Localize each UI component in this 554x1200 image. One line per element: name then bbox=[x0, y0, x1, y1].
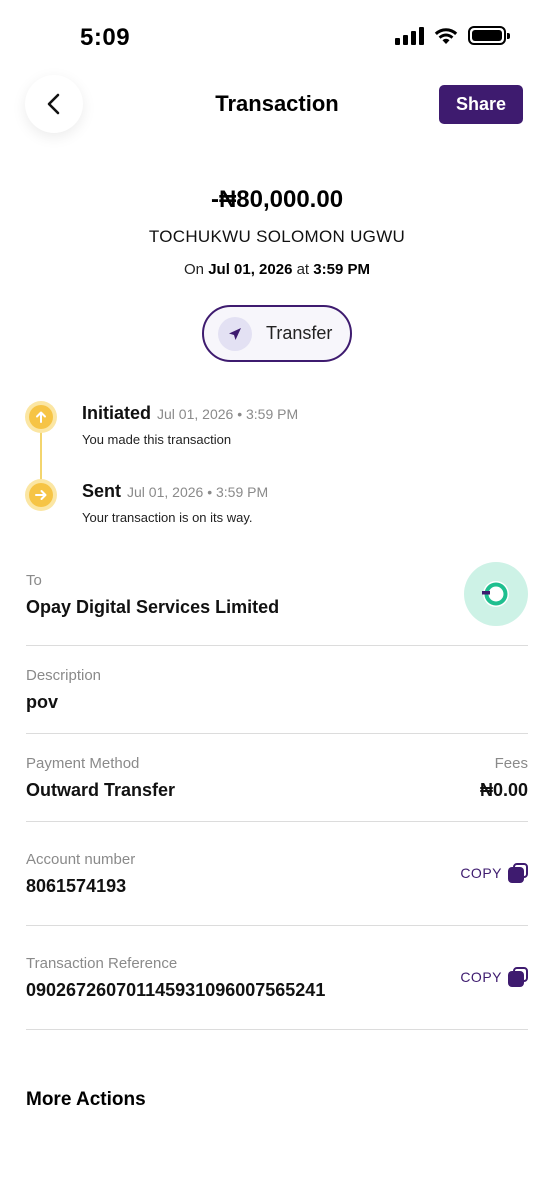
description-value: pov bbox=[26, 692, 59, 712]
description-label: Description bbox=[26, 667, 102, 684]
account-number-value: 8061574193 bbox=[26, 876, 127, 896]
reference-label: Transaction Reference bbox=[26, 955, 178, 972]
status-icons bbox=[395, 26, 510, 45]
detail-row-to: To Opay Digital Services Limited bbox=[26, 560, 528, 646]
copy-icon bbox=[508, 967, 528, 987]
status-bar: 5:09 bbox=[0, 0, 554, 70]
timeline-time: Jul 01, 2026 • 3:59 PM bbox=[127, 484, 269, 500]
to-label: To bbox=[26, 572, 42, 589]
timeline-title: Initiated bbox=[82, 403, 152, 423]
timeline-dot bbox=[25, 401, 57, 433]
cellular-signal-icon bbox=[395, 26, 424, 45]
transaction-type-label: Transfer bbox=[266, 323, 333, 343]
timeline-dot bbox=[25, 479, 57, 511]
detail-row-payment-method: Payment Method Outward Transfer Fees ₦0.… bbox=[26, 734, 528, 822]
header: Transaction Share bbox=[0, 75, 554, 135]
battery-icon bbox=[468, 26, 510, 45]
send-icon bbox=[229, 327, 241, 340]
date-prefix: On bbox=[184, 261, 205, 278]
status-timeline: Initiated Jul 01, 2026 • 3:59 PM You mad… bbox=[24, 398, 534, 554]
payment-method-label: Payment Method bbox=[26, 755, 140, 772]
copy-icon bbox=[508, 863, 528, 883]
share-button[interactable]: Share bbox=[439, 85, 523, 124]
date-connector: at bbox=[296, 261, 310, 278]
timeline-item-sent: Sent Jul 01, 2026 • 3:59 PM Your transac… bbox=[24, 476, 534, 554]
timeline-title: Sent bbox=[82, 481, 122, 501]
fees-value: ₦0.00 bbox=[479, 780, 528, 800]
copy-reference-button[interactable]: COPY bbox=[460, 967, 528, 987]
recipient-name: TOCHUKWU SOLOMON UGWU bbox=[148, 227, 406, 246]
more-actions-heading: More Actions bbox=[26, 1089, 146, 1110]
arrow-right-icon bbox=[35, 490, 47, 500]
transaction-amount: -₦80,000.00 bbox=[210, 186, 344, 213]
timeline-item-initiated: Initiated Jul 01, 2026 • 3:59 PM You mad… bbox=[24, 398, 534, 476]
arrow-up-icon bbox=[36, 411, 46, 423]
copy-label: COPY bbox=[460, 865, 502, 881]
fees-block: Fees ₦0.00 bbox=[480, 755, 528, 801]
fees-label: Fees bbox=[494, 755, 528, 772]
send-icon-wrap bbox=[218, 316, 252, 351]
timeline-time: Jul 01, 2026 • 3:59 PM bbox=[157, 406, 299, 422]
detail-row-description: Description pov bbox=[26, 646, 528, 734]
to-value: Opay Digital Services Limited bbox=[26, 597, 280, 617]
detail-row-account-number: Account number 8061574193 COPY bbox=[26, 822, 528, 926]
transaction-date: On Jul 01, 2026 at 3:59 PM bbox=[0, 261, 554, 278]
copy-account-button[interactable]: COPY bbox=[460, 863, 528, 883]
payment-method-value: Outward Transfer bbox=[26, 780, 176, 800]
copy-label: COPY bbox=[460, 969, 502, 985]
date-value: Jul 01, 2026 bbox=[208, 261, 293, 278]
wifi-icon bbox=[434, 27, 458, 44]
transaction-details: To Opay Digital Services Limited Descrip… bbox=[26, 560, 528, 1030]
timeline-description: Your transaction is on its way. bbox=[82, 510, 253, 525]
reference-value: 090267260701145931096007565241 bbox=[26, 980, 326, 1000]
status-time: 5:09 bbox=[80, 24, 131, 51]
opay-logo-icon bbox=[464, 562, 528, 626]
transaction-type-chip: Transfer bbox=[202, 305, 352, 362]
time-value: 3:59 PM bbox=[313, 261, 370, 278]
detail-row-reference: Transaction Reference 090267260701145931… bbox=[26, 926, 528, 1030]
account-number-label: Account number bbox=[26, 851, 136, 868]
timeline-description: You made this transaction bbox=[82, 432, 232, 447]
